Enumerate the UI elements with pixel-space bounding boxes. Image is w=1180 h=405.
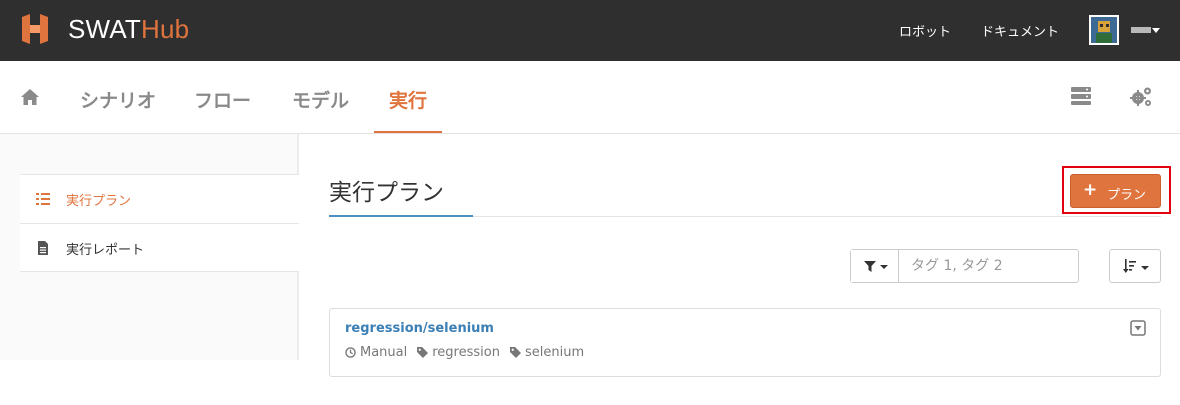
user-menu-caret-icon[interactable] xyxy=(1152,28,1160,33)
plan-tag-label: selenium xyxy=(524,345,585,360)
avatar[interactable] xyxy=(1089,15,1119,45)
sidebar-item-label: 実行レポート xyxy=(66,243,145,258)
brand-name[interactable]: SWATHub xyxy=(68,14,189,45)
top-bar: SWATHub ロボット ドキュメント xyxy=(0,0,1180,61)
add-plan-button-label: プラン xyxy=(1107,188,1147,203)
plan-mode-label: Manual xyxy=(360,345,408,360)
clock-icon xyxy=(345,347,356,358)
expand-dropdown-icon[interactable] xyxy=(1130,320,1146,336)
swathub-logo-icon[interactable] xyxy=(20,13,50,45)
plan-mode: Manual xyxy=(345,345,407,360)
active-tab-indicator xyxy=(374,131,442,133)
plus-icon: + xyxy=(1083,180,1098,200)
title-accent-line xyxy=(329,215,473,217)
page-title: 実行プラン xyxy=(329,180,444,206)
gears-icon[interactable] xyxy=(1129,85,1153,109)
plan-tag-label: regression xyxy=(432,345,500,360)
sidebar: 実行プラン 実行レポート xyxy=(0,134,299,360)
brand-accent-text: Hub xyxy=(141,14,190,44)
filter-dropdown-button[interactable] xyxy=(851,250,899,282)
plan-name-link[interactable]: regression/selenium xyxy=(345,321,494,336)
chevron-down-icon xyxy=(1141,266,1149,270)
user-avatar-icon xyxy=(1091,17,1117,43)
nav-tab-flow[interactable]: フロー xyxy=(194,86,251,113)
home-icon[interactable] xyxy=(20,87,40,107)
sort-icon xyxy=(1123,259,1136,273)
filter-icon xyxy=(864,261,876,272)
sidebar-item-run-plan[interactable]: 実行プラン xyxy=(20,174,299,223)
documents-link[interactable]: ドキュメント xyxy=(981,21,1059,40)
server-icon[interactable] xyxy=(1070,86,1092,106)
sidebar-item-run-report[interactable]: 実行レポート xyxy=(20,223,299,272)
list-icon xyxy=(36,193,50,205)
main-nav: シナリオ フロー モデル 実行 xyxy=(0,61,1180,134)
tag-filter-input[interactable] xyxy=(899,250,1078,282)
username-masked[interactable] xyxy=(1131,27,1151,33)
chevron-down-icon xyxy=(880,265,888,269)
brand-main-text: SWAT xyxy=(68,14,142,44)
tag-filter-group xyxy=(850,249,1079,283)
add-plan-button[interactable]: + プラン xyxy=(1070,174,1161,208)
plan-card: regression/selenium Manual regression se… xyxy=(329,308,1161,377)
plan-meta: Manual regression selenium xyxy=(345,345,594,360)
plan-tag: regression xyxy=(417,345,500,360)
plan-tag: selenium xyxy=(509,345,585,360)
sort-dropdown-button[interactable] xyxy=(1109,249,1161,283)
tag-icon xyxy=(417,347,429,358)
nav-tab-run[interactable]: 実行 xyxy=(389,86,427,113)
robot-link[interactable]: ロボット xyxy=(899,21,951,40)
nav-tab-scenario[interactable]: シナリオ xyxy=(80,86,156,113)
file-icon xyxy=(38,241,48,255)
sidebar-item-label: 実行プラン xyxy=(66,194,132,209)
tag-icon xyxy=(509,347,521,358)
nav-tab-model[interactable]: モデル xyxy=(292,86,349,113)
